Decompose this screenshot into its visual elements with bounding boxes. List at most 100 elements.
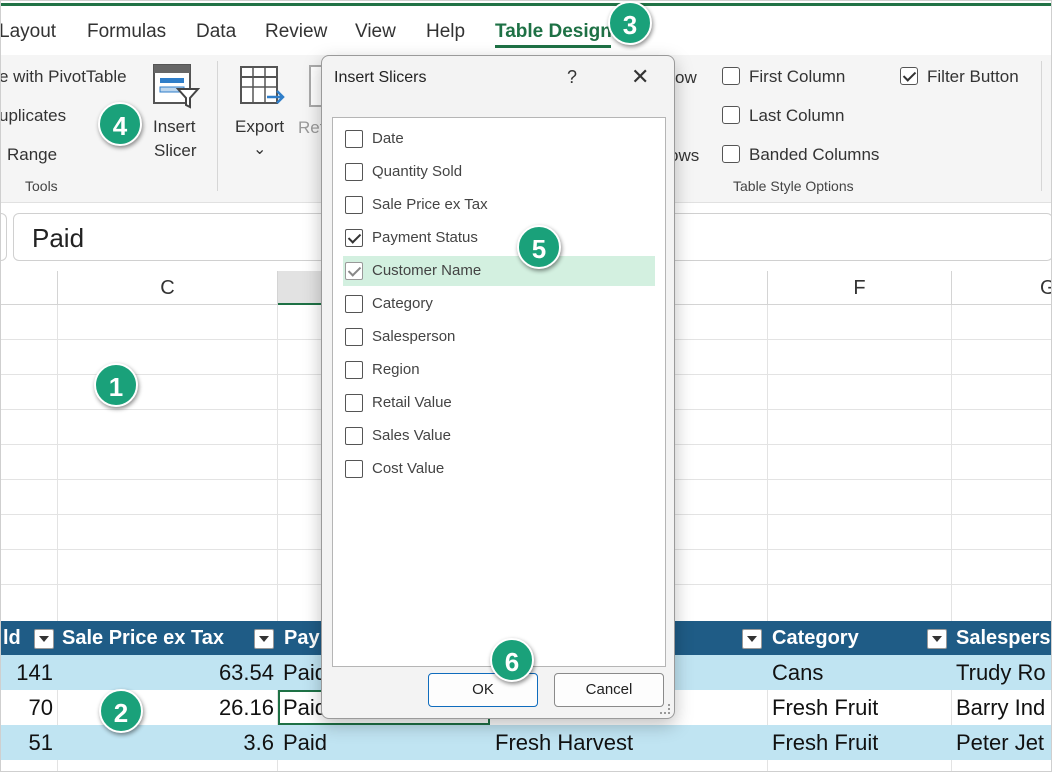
tab-help[interactable]: Help — [426, 21, 465, 43]
field-checkbox[interactable] — [345, 361, 363, 379]
ribbon-divider — [217, 61, 218, 191]
field-checkbox[interactable] — [345, 196, 363, 214]
step-badge-2: 2 — [99, 689, 143, 733]
cell-qty[interactable]: 51 — [1, 725, 53, 760]
field-item-category[interactable]: Category — [343, 289, 655, 319]
cell-qty[interactable]: 141 — [1, 655, 53, 690]
step-badge-1: 1 — [94, 363, 138, 407]
last-column-checkbox[interactable] — [722, 106, 740, 124]
field-checkbox-checked[interactable] — [345, 229, 363, 247]
column-header-g-label: G — [1040, 271, 1051, 305]
cell-salesperson[interactable]: Trudy Ro — [956, 655, 1051, 690]
field-checkbox[interactable] — [345, 130, 363, 148]
slicer-icon — [153, 64, 200, 109]
help-icon[interactable]: ? — [567, 67, 577, 88]
remove-duplicates-button[interactable]: uplicates — [1, 106, 66, 126]
header-payment-status[interactable]: Pay — [284, 621, 320, 655]
field-item-customer-name[interactable]: Customer Name — [343, 256, 655, 286]
column-header-c[interactable]: C — [58, 271, 278, 305]
chevron-down-icon: ⌄ — [253, 141, 267, 158]
menu-tabs: Layout Formulas Data Review View Help Ta… — [1, 7, 1051, 55]
cell-price[interactable]: 63.54 — [61, 655, 274, 690]
field-item-payment-status[interactable]: Payment Status — [343, 223, 655, 253]
tab-layout[interactable]: Layout — [1, 21, 56, 43]
header-quantity-sold[interactable]: ld — [3, 621, 21, 655]
tab-review[interactable]: Review — [265, 21, 327, 43]
field-checkbox[interactable] — [345, 328, 363, 346]
dialog-title: Insert Slicers — [334, 69, 427, 86]
cell-salesperson[interactable]: Barry Ind — [956, 690, 1051, 725]
filter-button-checkbox[interactable] — [900, 67, 918, 85]
banded-columns-checkbox[interactable] — [722, 145, 740, 163]
field-item-region[interactable]: Region — [343, 355, 655, 385]
column-header-f[interactable]: F — [768, 271, 952, 305]
field-label: Salesperson — [372, 328, 456, 345]
cell-status[interactable]: Paid — [283, 655, 323, 690]
insert-slicers-dialog: Insert Slicers ? ✕ Date Quantity Sold Sa… — [321, 55, 675, 719]
field-label: Sales Value — [372, 427, 451, 444]
field-item-quantity-sold[interactable]: Quantity Sold — [343, 157, 655, 187]
table-row: 51 3.6 Paid Fresh Harvest Fresh Fruit Pe… — [1, 725, 1051, 760]
header-category[interactable]: Category — [772, 621, 859, 655]
header-row-option-partial[interactable]: ow — [675, 68, 697, 88]
tab-formulas[interactable]: Formulas — [87, 21, 166, 43]
cell-salesperson[interactable]: Peter Jet — [956, 725, 1051, 760]
header-sale-price[interactable]: Sale Price ex Tax — [62, 621, 224, 655]
column-header-b[interactable] — [1, 271, 58, 305]
convert-to-range-button[interactable]: Range — [7, 145, 57, 165]
field-item-sales-value[interactable]: Sales Value — [343, 421, 655, 451]
insert-slicer-label-1: Insert — [153, 117, 196, 136]
cell-price[interactable]: 26.16 — [61, 690, 274, 725]
cell-qty[interactable]: 70 — [1, 690, 53, 725]
step-badge-6: 6 — [490, 638, 534, 682]
field-item-retail-value[interactable]: Retail Value — [343, 388, 655, 418]
step-badge-3: 3 — [608, 1, 652, 45]
field-checkbox-checked[interactable] — [345, 262, 363, 280]
tab-data[interactable]: Data — [196, 21, 236, 43]
name-box-edge[interactable] — [1, 213, 7, 261]
field-checkbox[interactable] — [345, 460, 363, 478]
cell-customer[interactable]: Fresh Harvest — [495, 725, 763, 760]
field-label: Category — [372, 295, 433, 312]
field-item-salesperson[interactable]: Salesperson — [343, 322, 655, 352]
banded-columns-label: Banded Columns — [749, 145, 880, 164]
column-header-g[interactable]: G — [952, 271, 1051, 305]
filter-dropdown-icon[interactable] — [34, 629, 54, 649]
header-salesperson[interactable]: Salespers — [956, 621, 1051, 655]
tab-table-design[interactable]: Table Design — [495, 21, 612, 43]
cell-category[interactable]: Fresh Fruit — [772, 725, 878, 760]
cell-price[interactable]: 3.6 — [61, 725, 274, 760]
first-column-checkbox[interactable] — [722, 67, 740, 85]
formula-value: Paid — [32, 223, 85, 253]
field-label: Retail Value — [372, 394, 452, 411]
field-item-sale-price[interactable]: Sale Price ex Tax — [343, 190, 655, 220]
accent-bar — [1, 3, 1051, 6]
slicer-field-list[interactable]: Date Quantity Sold Sale Price ex Tax Pay… — [332, 117, 666, 667]
cell-status[interactable]: Paid — [283, 725, 343, 760]
field-label: Region — [372, 361, 420, 378]
field-label: Cost Value — [372, 460, 445, 477]
field-checkbox[interactable] — [345, 163, 363, 181]
field-checkbox[interactable] — [345, 394, 363, 412]
cancel-button[interactable]: Cancel — [554, 673, 664, 707]
export-button[interactable]: Export ⌄ — [231, 63, 295, 163]
filter-dropdown-icon[interactable] — [254, 629, 274, 649]
table-style-options-label: Table Style Options — [733, 178, 854, 194]
summarize-pivot-button[interactable]: e with PivotTable — [1, 67, 127, 87]
cell-category[interactable]: Fresh Fruit — [772, 690, 878, 725]
close-icon[interactable]: ✕ — [631, 66, 649, 88]
tools-group-label: Tools — [25, 178, 58, 194]
field-checkbox[interactable] — [345, 295, 363, 313]
tab-view[interactable]: View — [355, 21, 396, 43]
field-item-date[interactable]: Date — [343, 124, 655, 154]
ribbon-divider-right — [1041, 61, 1042, 191]
excel-window: Layout Formulas Data Review View Help Ta… — [0, 0, 1052, 772]
field-item-cost-value[interactable]: Cost Value — [343, 454, 655, 484]
field-label: Customer Name — [372, 262, 482, 279]
insert-slicer-button[interactable]: Insert Slicer — [147, 63, 205, 163]
field-checkbox[interactable] — [345, 427, 363, 445]
cell-category[interactable]: Cans — [772, 655, 823, 690]
filter-dropdown-icon[interactable] — [927, 629, 947, 649]
filter-dropdown-icon[interactable] — [742, 629, 762, 649]
resize-grip-icon[interactable] — [660, 704, 670, 714]
